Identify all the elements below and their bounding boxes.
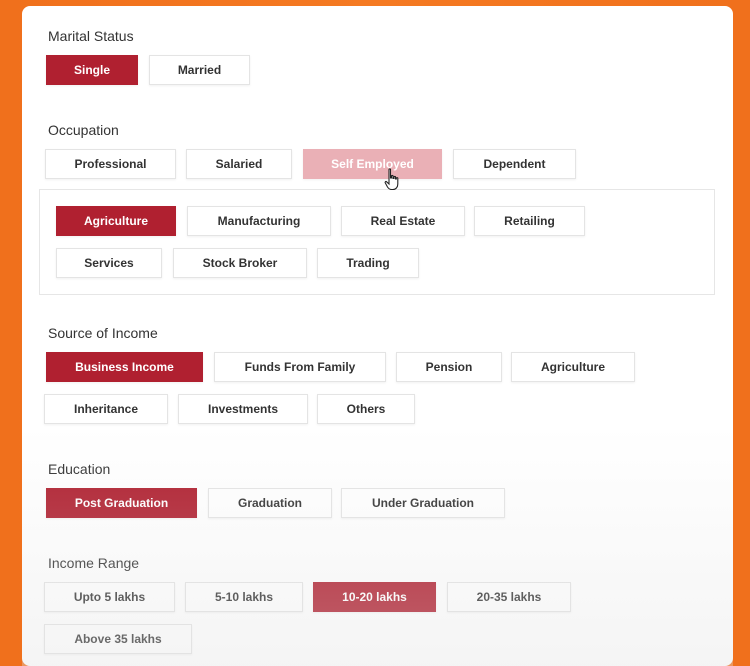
- subtype-option-services[interactable]: Services: [56, 248, 162, 278]
- occupation-option-salaried[interactable]: Salaried: [186, 149, 292, 179]
- source-of-income-label: Source of Income: [48, 325, 158, 341]
- education-label: Education: [48, 461, 111, 477]
- income-source-option-investments[interactable]: Investments: [178, 394, 308, 424]
- income-source-option-pension[interactable]: Pension: [396, 352, 502, 382]
- marital-status-label: Marital Status: [48, 28, 134, 44]
- income-range-option-10-20[interactable]: 10-20 lakhs: [313, 582, 436, 612]
- subtype-option-trading[interactable]: Trading: [317, 248, 419, 278]
- subtype-option-real-estate[interactable]: Real Estate: [341, 206, 465, 236]
- marital-option-single[interactable]: Single: [46, 55, 138, 85]
- marital-option-married[interactable]: Married: [149, 55, 250, 85]
- income-source-option-business-income[interactable]: Business Income: [46, 352, 203, 382]
- income-range-label: Income Range: [48, 555, 140, 571]
- education-option-under-graduation[interactable]: Under Graduation: [341, 488, 505, 518]
- form-card: Marital Status Single Married Occupation…: [22, 6, 733, 666]
- occupation-option-professional[interactable]: Professional: [45, 149, 176, 179]
- occupation-subtype-panel: Agriculture Manufacturing Real Estate Re…: [39, 189, 715, 295]
- income-source-option-agriculture[interactable]: Agriculture: [511, 352, 635, 382]
- subtype-option-agriculture[interactable]: Agriculture: [56, 206, 176, 236]
- hand-pointer-icon: [384, 168, 399, 191]
- occupation-label: Occupation: [48, 122, 119, 138]
- income-source-option-others[interactable]: Others: [317, 394, 415, 424]
- subtype-option-retailing[interactable]: Retailing: [474, 206, 585, 236]
- income-range-option-5-10[interactable]: 5-10 lakhs: [185, 582, 303, 612]
- income-range-option-above-35[interactable]: Above 35 lakhs: [44, 624, 192, 654]
- subtype-option-stock-broker[interactable]: Stock Broker: [173, 248, 307, 278]
- income-range-option-20-35[interactable]: 20-35 lakhs: [447, 582, 571, 612]
- occupation-option-dependent[interactable]: Dependent: [453, 149, 576, 179]
- occupation-option-self-employed[interactable]: Self Employed: [303, 149, 442, 179]
- education-option-post-graduation[interactable]: Post Graduation: [46, 488, 197, 518]
- income-source-option-funds-from-family[interactable]: Funds From Family: [214, 352, 386, 382]
- income-source-option-inheritance[interactable]: Inheritance: [44, 394, 168, 424]
- subtype-option-manufacturing[interactable]: Manufacturing: [187, 206, 331, 236]
- income-range-option-upto-5[interactable]: Upto 5 lakhs: [44, 582, 175, 612]
- education-option-graduation[interactable]: Graduation: [208, 488, 332, 518]
